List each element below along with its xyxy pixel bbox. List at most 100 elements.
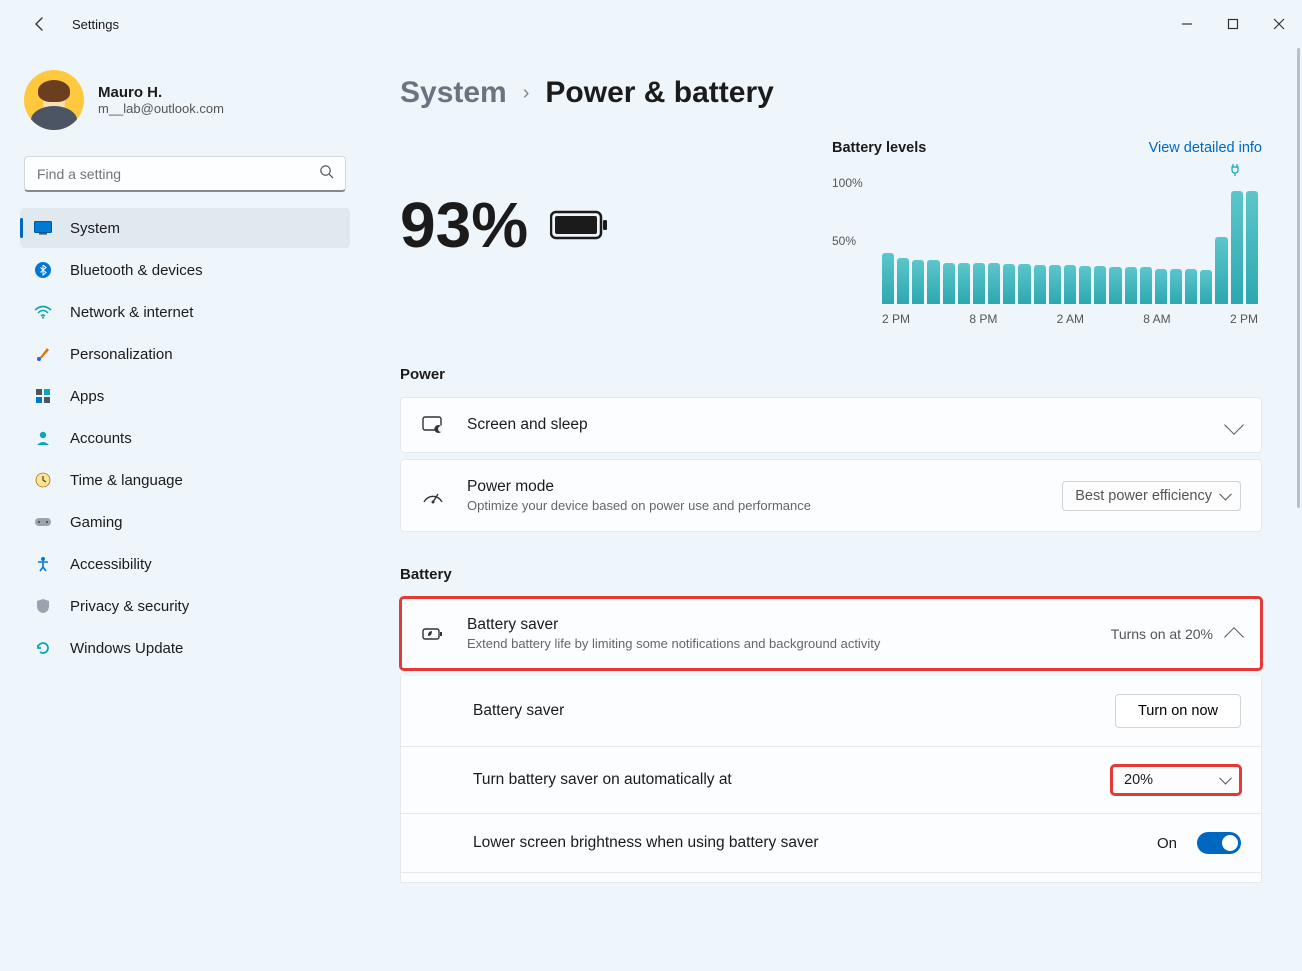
- nav-item-update[interactable]: Windows Update: [20, 628, 350, 668]
- chart-bar: [1215, 237, 1227, 304]
- chart-bar: [1231, 191, 1243, 304]
- power-mode-dropdown[interactable]: Best power efficiency: [1062, 481, 1241, 511]
- wifi-icon: [34, 303, 52, 321]
- chart-x-labels: 2 PM 8 PM 2 AM 8 AM 2 PM: [882, 312, 1258, 326]
- battery-overview: 93% Battery levels View detailed info 10…: [400, 140, 1262, 326]
- profile-block[interactable]: Mauro H. m__lab@outlook.com: [20, 64, 350, 150]
- nav-item-privacy[interactable]: Privacy & security: [20, 586, 350, 626]
- update-icon: [34, 639, 52, 657]
- breadcrumb: System › Power & battery: [400, 76, 1262, 110]
- chart-bar: [973, 263, 985, 304]
- battery-chart[interactable]: 100% 50% 2 PM 8 PM 2 AM 8 AM 2 PM: [832, 166, 1262, 326]
- screen-sleep-icon: [421, 416, 445, 434]
- toggle-state-label: On: [1157, 835, 1177, 852]
- card-title: Battery saver: [467, 616, 1089, 634]
- nav-label: Network & internet: [70, 304, 193, 321]
- x-tick: 2 PM: [882, 312, 910, 326]
- chart-bar: [943, 263, 955, 304]
- chart-title: Battery levels: [832, 140, 926, 156]
- nav-label: Personalization: [70, 346, 173, 363]
- battery-saver-auto-row: Turn battery saver on automatically at 2…: [400, 747, 1262, 814]
- screen-sleep-card[interactable]: Screen and sleep: [400, 397, 1262, 453]
- chart-bar: [1079, 266, 1091, 304]
- y-tick-50: 50%: [832, 234, 856, 248]
- titlebar: Settings: [0, 0, 1302, 48]
- maximize-button[interactable]: [1210, 8, 1256, 40]
- nav-item-network[interactable]: Network & internet: [20, 292, 350, 332]
- search-box: [24, 156, 346, 192]
- scrollbar[interactable]: [1297, 48, 1300, 508]
- chart-bar: [927, 260, 939, 304]
- nav-label: Apps: [70, 388, 104, 405]
- row-label: Lower screen brightness when using batte…: [473, 834, 1137, 852]
- chart-bar: [897, 258, 909, 304]
- chevron-down-icon: [1224, 415, 1244, 435]
- next-row-peek: [400, 873, 1262, 883]
- x-tick: 2 PM: [1230, 312, 1258, 326]
- close-button[interactable]: [1256, 8, 1302, 40]
- system-icon: [34, 219, 52, 237]
- shield-icon: [34, 597, 52, 615]
- chart-bar: [1094, 266, 1106, 304]
- nav-item-time[interactable]: Time & language: [20, 460, 350, 500]
- clock-icon: [34, 471, 52, 489]
- search-input[interactable]: [24, 156, 346, 192]
- x-tick: 8 PM: [969, 312, 997, 326]
- power-mode-card[interactable]: Power mode Optimize your device based on…: [400, 459, 1262, 532]
- apps-icon: [34, 387, 52, 405]
- battery-percent: 93%: [400, 188, 528, 262]
- x-tick: 2 AM: [1057, 312, 1084, 326]
- battery-chart-panel: Battery levels View detailed info 100% 5…: [832, 140, 1262, 326]
- row-label: Battery saver: [473, 702, 1095, 720]
- nav-label: Accessibility: [70, 556, 152, 573]
- nav-label: System: [70, 220, 120, 237]
- chevron-up-icon: [1224, 627, 1244, 647]
- nav-label: Accounts: [70, 430, 132, 447]
- chart-bar: [1170, 269, 1182, 304]
- chevron-right-icon: ›: [523, 82, 530, 105]
- battery-saver-card[interactable]: Battery saver Extend battery life by lim…: [400, 597, 1262, 670]
- breadcrumb-parent[interactable]: System: [400, 76, 507, 110]
- chart-bar: [1064, 265, 1076, 304]
- nav: System Bluetooth & devices Network & int…: [20, 208, 350, 668]
- chart-bar: [1155, 269, 1167, 304]
- dropdown-value: 20%: [1124, 772, 1153, 788]
- back-button[interactable]: [20, 4, 60, 44]
- card-subtitle: Extend battery life by limiting some not…: [467, 636, 1089, 651]
- auto-threshold-dropdown[interactable]: 20%: [1111, 765, 1241, 795]
- lower-brightness-toggle[interactable]: [1197, 832, 1241, 854]
- nav-label: Gaming: [70, 514, 123, 531]
- main-content: System › Power & battery 93% Battery lev…: [360, 48, 1302, 971]
- minimize-button[interactable]: [1164, 8, 1210, 40]
- card-title: Power mode: [467, 478, 1040, 496]
- avatar: [24, 70, 84, 130]
- view-detailed-link[interactable]: View detailed info: [1149, 140, 1262, 156]
- nav-item-system[interactable]: System: [20, 208, 350, 248]
- x-tick: 8 AM: [1143, 312, 1170, 326]
- nav-item-bluetooth[interactable]: Bluetooth & devices: [20, 250, 350, 290]
- accessibility-icon: [34, 555, 52, 573]
- section-power-label: Power: [400, 366, 1262, 383]
- profile-name: Mauro H.: [98, 84, 224, 101]
- bluetooth-icon: [34, 261, 52, 279]
- chart-bar: [1049, 265, 1061, 304]
- nav-label: Privacy & security: [70, 598, 189, 615]
- section-battery-label: Battery: [400, 566, 1262, 583]
- nav-item-personalization[interactable]: Personalization: [20, 334, 350, 374]
- page-title: Power & battery: [545, 76, 773, 110]
- nav-item-gaming[interactable]: Gaming: [20, 502, 350, 542]
- chart-bar: [1018, 264, 1030, 304]
- battery-saver-icon: [421, 626, 445, 642]
- nav-item-accessibility[interactable]: Accessibility: [20, 544, 350, 584]
- minimize-icon: [1181, 18, 1193, 30]
- turn-on-now-button[interactable]: Turn on now: [1115, 694, 1241, 728]
- card-title: Screen and sleep: [467, 416, 1205, 434]
- nav-item-apps[interactable]: Apps: [20, 376, 350, 416]
- profile-email: m__lab@outlook.com: [98, 101, 224, 116]
- battery-icon: [550, 209, 608, 241]
- card-subtitle: Optimize your device based on power use …: [467, 498, 1040, 513]
- power-mode-icon: [421, 488, 445, 504]
- nav-item-accounts[interactable]: Accounts: [20, 418, 350, 458]
- battery-percent-block: 93%: [400, 188, 608, 262]
- nav-label: Windows Update: [70, 640, 183, 657]
